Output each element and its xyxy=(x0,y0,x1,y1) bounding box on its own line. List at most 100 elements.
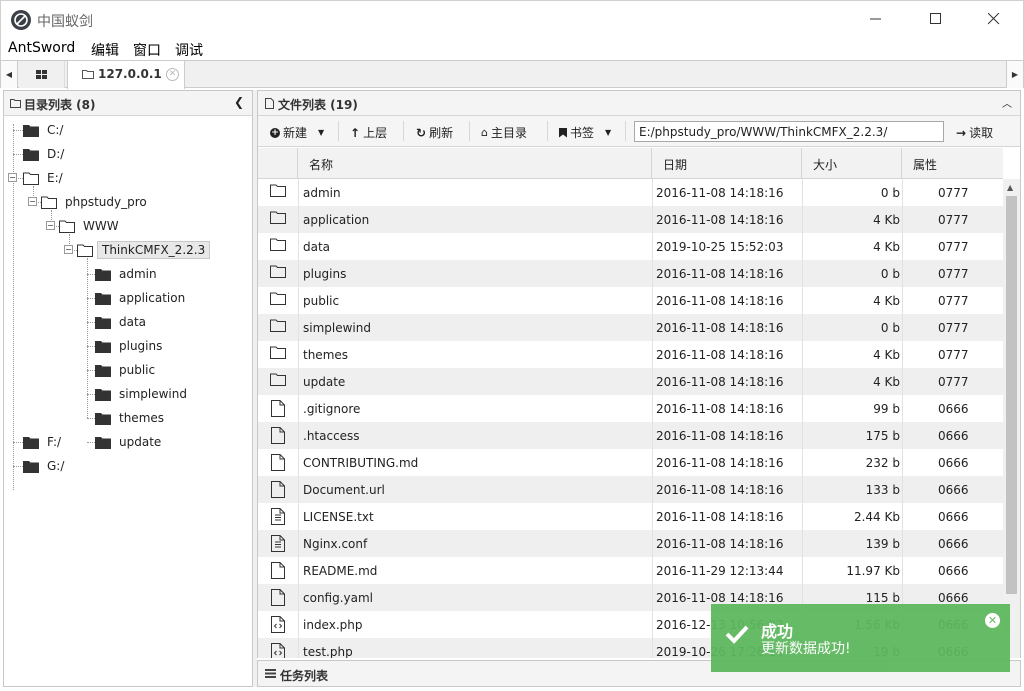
file-date: 2016-11-08 14:18:16 xyxy=(656,213,784,227)
menu-antsword[interactable]: AntSword xyxy=(8,40,75,56)
table-row[interactable]: simplewind 2016-11-08 14:18:16 0 b 0777 xyxy=(258,314,1003,341)
folder-icon xyxy=(23,460,39,473)
tree-www[interactable]: WWW xyxy=(59,216,119,236)
file-icon xyxy=(265,98,274,109)
close-window-button[interactable] xyxy=(971,1,1017,37)
folder-icon xyxy=(23,436,39,449)
directory-panel-title: 目录列表 (8) xyxy=(24,98,96,112)
folder-icon xyxy=(95,316,111,329)
file-date: 2016-11-08 14:18:16 xyxy=(656,510,784,524)
folder-icon xyxy=(258,368,298,395)
tree-toggle-e[interactable]: − xyxy=(8,173,17,182)
table-row[interactable]: LICENSE.txt 2016-11-08 14:18:16 2.44 Kb 066… xyxy=(258,503,1003,530)
tab-scroll-left-icon[interactable]: ◀ xyxy=(1,61,18,88)
file-size: 139 b xyxy=(865,537,900,551)
file-text-icon xyxy=(258,530,298,557)
file-date: 2019-10-25 15:52:03 xyxy=(656,240,784,254)
directory-panel: 目录列表 (8) ❮ C:/D:/F:/G:/− E:/− phpstudy_pro… xyxy=(3,90,253,687)
table-row[interactable]: admin 2016-11-08 14:18:16 0 b 0777 xyxy=(258,179,1003,206)
file-attr: 0777 xyxy=(938,375,969,389)
tree-item-update[interactable]: update xyxy=(95,432,161,452)
table-row[interactable]: README.md 2016-11-29 12:13:44 11.97 Kb 0666 xyxy=(258,557,1003,584)
scrollbar-thumb[interactable] xyxy=(1006,196,1017,594)
tree-item-themes[interactable]: themes xyxy=(95,408,164,428)
new-button[interactable]: + 新建 ▼ xyxy=(270,124,324,141)
file-toolbar: + 新建 ▼ ↑ 上层 ↻ 刷新 ⌂ 主目录 书签 ▼ → 读取 xyxy=(258,116,1020,147)
table-row[interactable]: .gitignore 2016-11-08 14:18:16 99 b 0666 xyxy=(258,395,1003,422)
folder-icon xyxy=(95,292,111,305)
read-path-button[interactable]: → 读取 xyxy=(956,124,993,141)
home-directory-button[interactable]: ⌂ 主目录 xyxy=(481,124,527,141)
file-grid-header: 名称 日期 大小 属性 xyxy=(258,148,1003,179)
file-size: 4 Kb xyxy=(873,294,900,308)
file-icon xyxy=(258,476,298,503)
table-row[interactable]: plugins 2016-11-08 14:18:16 0 b 0777 xyxy=(258,260,1003,287)
folder-icon xyxy=(41,196,57,209)
tree-item-application[interactable]: application xyxy=(95,288,185,308)
table-row[interactable]: public 2016-11-08 14:18:16 4 Kb 0777 xyxy=(258,287,1003,314)
table-row[interactable]: application 2016-11-08 14:18:16 4 Kb 0777 xyxy=(258,206,1003,233)
folder-icon xyxy=(23,148,39,161)
table-row[interactable]: Document.url 2016-11-08 14:18:16 133 b 0666 xyxy=(258,476,1003,503)
antsword-logo-icon xyxy=(11,10,31,30)
scroll-up-icon[interactable]: ▲ xyxy=(1007,183,1013,192)
folder-icon xyxy=(23,172,39,185)
table-row[interactable]: .htaccess 2016-11-08 14:18:16 175 b 0666 xyxy=(258,422,1003,449)
table-row[interactable]: themes 2016-11-08 14:18:16 4 Kb 0777 xyxy=(258,341,1003,368)
success-toast: 成功 更新数据成功! ✕ xyxy=(711,604,1010,672)
file-name: README.md xyxy=(303,564,378,578)
file-attr: 0666 xyxy=(938,402,969,416)
table-row[interactable]: data 2019-10-25 15:52:03 4 Kb 0777 xyxy=(258,233,1003,260)
tab-label: 127.0.0.1 xyxy=(98,67,162,81)
tab-home[interactable] xyxy=(19,61,65,88)
tree-item-simplewind[interactable]: simplewind xyxy=(95,384,187,404)
tree-toggle-thinkcmfx[interactable]: − xyxy=(64,245,73,254)
bookmark-button[interactable]: 书签 ▼ xyxy=(559,124,611,141)
tab-127-0-0-1[interactable]: 127.0.0.1 ✕ xyxy=(67,61,185,89)
tree-item-admin[interactable]: admin xyxy=(95,264,157,284)
tree-drive-g[interactable]: G:/ xyxy=(23,456,64,476)
date-column-header[interactable]: 日期 xyxy=(652,148,802,179)
table-row[interactable]: update 2016-11-08 14:18:16 4 Kb 0777 xyxy=(258,368,1003,395)
tab-close-icon[interactable]: ✕ xyxy=(166,68,179,81)
tab-scroll-right-icon[interactable]: ▶ xyxy=(1006,61,1023,88)
tree-drive-e[interactable]: E:/ xyxy=(23,168,63,188)
up-level-button[interactable]: ↑ 上层 xyxy=(350,124,387,141)
file-panel: 文件列表 (19) ︿ + 新建 ▼ ↑ 上层 ↻ 刷新 ⌂ 主目录 书签 ▼ xyxy=(257,90,1021,658)
tree-drive-d[interactable]: D:/ xyxy=(23,144,64,164)
tree-item-data[interactable]: data xyxy=(95,312,146,332)
toast-close-icon[interactable]: ✕ xyxy=(985,613,1000,628)
tree-thinkcmfx[interactable]: ThinkCMFX_2.2.3 xyxy=(77,240,211,260)
tree-item-plugins[interactable]: plugins xyxy=(95,336,162,356)
attr-column-header[interactable]: 属性 xyxy=(902,148,1003,179)
refresh-button[interactable]: ↻ 刷新 xyxy=(416,124,453,141)
tree-phpstudy-pro[interactable]: phpstudy_pro xyxy=(41,192,147,212)
tree-drive-f[interactable]: F:/ xyxy=(23,432,61,452)
name-column-header[interactable]: 名称 xyxy=(298,148,652,179)
file-size: 232 b xyxy=(865,456,900,470)
menu-debug[interactable]: 调试 xyxy=(175,40,203,60)
tree-toggle-phpstudy[interactable]: − xyxy=(28,197,37,206)
directory-panel-header: 目录列表 (8) ❮ xyxy=(4,91,252,116)
file-grid: admin 2016-11-08 14:18:16 0 b 0777 applicati… xyxy=(258,179,1003,658)
menu-edit[interactable]: 编辑 xyxy=(91,40,119,60)
size-column-header[interactable]: 大小 xyxy=(802,148,902,179)
file-size: 0 b xyxy=(880,186,900,200)
table-row[interactable]: Nginx.conf 2016-11-08 14:18:16 139 b 0666 xyxy=(258,530,1003,557)
folder-icon xyxy=(258,341,298,368)
folder-icon xyxy=(95,412,111,425)
table-row[interactable]: CONTRIBUTING.md 2016-11-08 14:18:16 232 b 0… xyxy=(258,449,1003,476)
tree-toggle-www[interactable]: − xyxy=(46,221,55,230)
minimize-button[interactable] xyxy=(853,1,899,37)
menu-window[interactable]: 窗口 xyxy=(133,40,161,60)
collapse-up-icon[interactable]: ︿ xyxy=(1002,95,1012,110)
tree-drive-c[interactable]: C:/ xyxy=(23,120,63,140)
vertical-scrollbar[interactable]: ▲ xyxy=(1003,179,1020,658)
file-name: plugins xyxy=(303,267,347,281)
tree-item-public[interactable]: public xyxy=(95,360,155,380)
path-input[interactable] xyxy=(634,121,944,142)
maximize-button[interactable] xyxy=(913,1,959,37)
file-size: 133 b xyxy=(865,483,900,497)
collapse-panel-icon[interactable]: ❮ xyxy=(234,95,244,109)
folder-icon xyxy=(82,70,94,79)
